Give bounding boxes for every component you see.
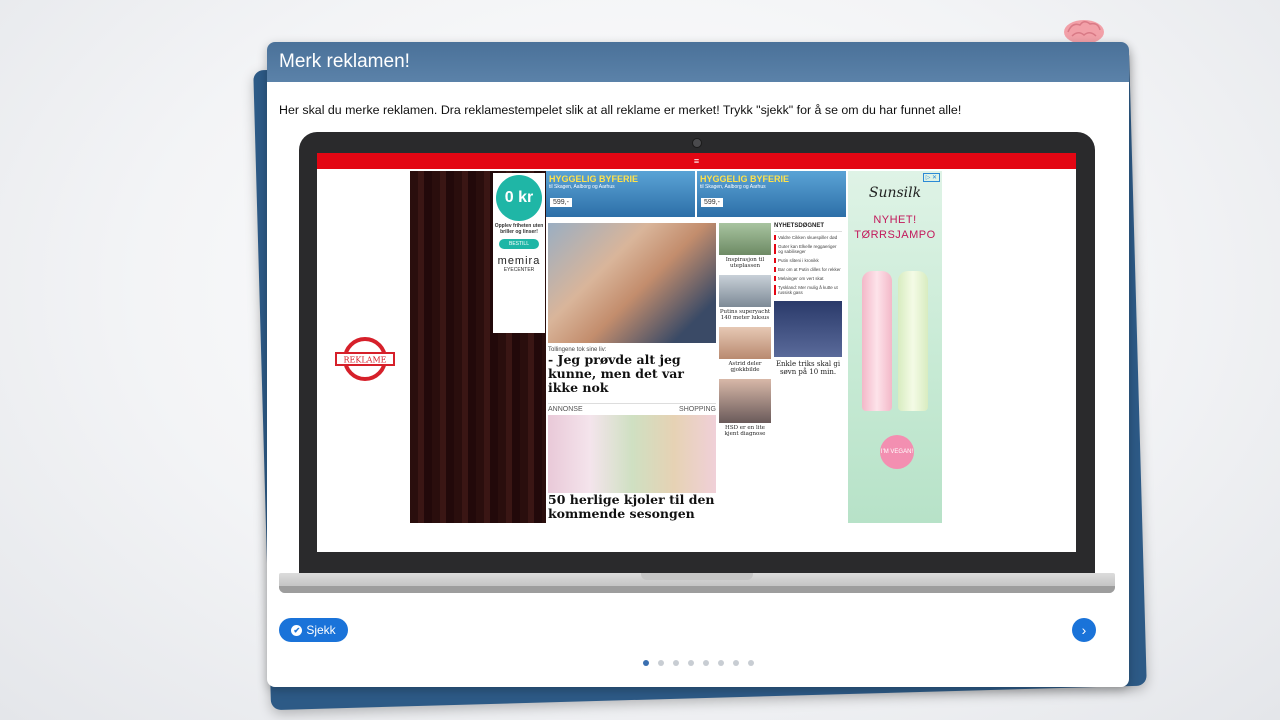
annonse-label: ANNONSE	[548, 406, 583, 413]
laptop: ≡ REKLAME 0 kr Opplev friheten uten bril…	[299, 132, 1095, 577]
pagination-dots	[643, 660, 754, 666]
ad-line1: NYHET!	[873, 214, 917, 226]
laptop-base-edge	[279, 586, 1115, 593]
side-articles: Inspirasjon til uteplassen Putins supery…	[719, 223, 771, 437]
side-article[interactable]: HSD er en lite kjent diagnose	[719, 425, 771, 437]
pagination-dot[interactable]	[673, 660, 679, 666]
banner-sub: til Skagen, Aalborg og Aarhus	[549, 184, 615, 190]
ad-banner[interactable]: HYGGELIG BYFERIE til Skagen, Aalborg og …	[546, 171, 695, 217]
check-circle-icon: ✔	[291, 624, 303, 636]
ad-cta: BESTILL	[499, 239, 539, 249]
laptop-base	[279, 573, 1115, 593]
side-thumb	[719, 327, 771, 359]
pagination-dot[interactable]	[643, 660, 649, 666]
card-title: Merk reklamen!	[267, 42, 1129, 82]
side-article[interactable]: Astrid deler gjokkbilde	[719, 361, 771, 373]
news-header: NYHETSDØGNET	[774, 223, 842, 232]
pagination-dot[interactable]	[748, 660, 754, 666]
news-item[interactable]: Tyskland: Mer mulig å kutte ut russisk g…	[774, 285, 842, 295]
chevron-right-icon: ›	[1081, 622, 1087, 638]
banner-title: HYGGELIG BYFERIE	[549, 174, 639, 184]
ad-price: 0 kr	[496, 175, 542, 221]
laptop-screen: ≡ REKLAME 0 kr Opplev friheten uten bril…	[317, 153, 1076, 552]
adchoices-icon[interactable]: ▷ ✕	[922, 173, 940, 182]
news-caption[interactable]: Enkle triks skal gi søvn på 10 min.	[774, 360, 842, 376]
ad-brand-sub: EYECENTER	[503, 267, 535, 273]
side-article[interactable]: Putins superyacht 140 meter luksus	[719, 309, 771, 321]
reklame-stamp[interactable]: REKLAME	[335, 336, 395, 382]
pagination-dot[interactable]	[688, 660, 694, 666]
pagination-dot[interactable]	[658, 660, 664, 666]
ad-banner[interactable]: HYGGELIG BYFERIE til Skagen, Aalborg og …	[697, 171, 846, 217]
news-website: REKLAME 0 kr Opplev friheten uten brille…	[317, 171, 1076, 523]
banner-title: HYGGELIG BYFERIE	[700, 174, 790, 184]
news-item[interactable]: Putin sliteni i kronikk	[774, 258, 842, 263]
pagination-dot[interactable]	[703, 660, 709, 666]
product-can	[898, 271, 928, 411]
site-topbar: ≡	[317, 153, 1076, 169]
shopping-photo	[548, 415, 716, 493]
brain-icon	[1064, 20, 1104, 44]
ad-sunsilk[interactable]: ▷ ✕ Sunsilk NYHET! TØRRSJAMPO I'M VEGAN!	[848, 171, 942, 523]
laptop-notch	[641, 573, 753, 580]
news-feed: NYHETSDØGNET Valdre Cikken skuespiller d…	[774, 223, 842, 376]
check-button-label: Sjekk	[306, 623, 336, 637]
news-item[interactable]: Valdre Cikken skuespiller død	[774, 235, 842, 240]
news-item[interactable]: Guter kan Elkelle reggaeriger og sabilis…	[774, 244, 842, 254]
ad-brand: Sunsilk	[868, 185, 922, 201]
camera-icon	[692, 138, 702, 148]
reklame-stamp-label: REKLAME	[344, 356, 387, 365]
banner-price: 599,-	[701, 198, 723, 207]
exercise-card: Merk reklamen! Her skal du merke reklame…	[267, 42, 1129, 687]
check-button[interactable]: ✔ Sjekk	[279, 618, 348, 642]
news-item[interactable]: Melainger om vert skat	[774, 276, 842, 281]
product-can	[862, 271, 892, 411]
side-thumb	[719, 275, 771, 307]
next-button[interactable]: ›	[1072, 618, 1096, 642]
pagination-dot[interactable]	[718, 660, 724, 666]
main-column: Tollingene tok sine liv: - Jeg prøvde al…	[548, 223, 716, 521]
shopping-headline[interactable]: 50 herlige kjoler til den kommende seson…	[548, 493, 716, 521]
menu-icon: ≡	[693, 156, 700, 166]
news-item[interactable]: Bar om at Putin dilles for rekker	[774, 267, 842, 272]
news-thumb	[774, 301, 842, 357]
pagination-dot[interactable]	[733, 660, 739, 666]
side-article[interactable]: Inspirasjon til uteplassen	[719, 257, 771, 269]
shopping-label: SHOPPING	[679, 406, 716, 413]
article-headline[interactable]: - Jeg prøvde alt jeg kunne, men det var …	[548, 353, 716, 395]
ad-memira[interactable]: 0 kr Opplev friheten uten briller og lin…	[493, 173, 545, 333]
instructions-text: Her skal du merke reklamen. Dra reklames…	[279, 103, 962, 117]
ad-line2: TØRRSJAMPO	[854, 229, 936, 241]
ad-brand: memira	[497, 255, 541, 267]
ad-banner-row: HYGGELIG BYFERIE til Skagen, Aalborg og …	[546, 171, 846, 217]
vegan-badge: I'M VEGAN!	[880, 435, 914, 469]
side-thumb	[719, 379, 771, 423]
banner-sub: til Skagen, Aalborg og Aarhus	[700, 184, 766, 190]
ad-text: Opplev friheten uten briller og linser!	[494, 223, 544, 235]
shopping-label-row: ANNONSE SHOPPING	[548, 403, 716, 413]
banner-price: 599,-	[550, 198, 572, 207]
side-thumb	[719, 223, 771, 255]
article-photo	[548, 223, 716, 343]
